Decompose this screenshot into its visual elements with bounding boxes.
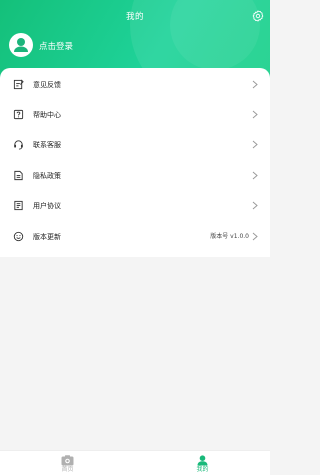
user-icon	[14, 38, 28, 52]
menu-item-label: 帮助中心	[33, 111, 61, 119]
home-icon	[61, 455, 74, 466]
update-icon	[13, 231, 24, 242]
menu-item-label: 联系客服	[33, 141, 61, 149]
chevron-right-icon	[252, 80, 258, 89]
settings-icon[interactable]	[252, 10, 264, 22]
menu-item-help[interactable]: 帮助中心	[0, 100, 270, 130]
chevron-right-icon	[252, 201, 258, 210]
user-icon	[197, 455, 208, 466]
menu-item-privacy-policy[interactable]: 隐私政策	[0, 161, 270, 191]
login-link[interactable]: 点击登录	[39, 40, 73, 52]
version-number: 版本号 v1.0.0	[210, 233, 249, 240]
agreement-doc-icon	[14, 200, 23, 211]
chevron-right-icon	[252, 171, 258, 180]
help-icon	[13, 109, 24, 120]
menu-item-label: 意见反馈	[33, 81, 61, 89]
menu-item-contact-support[interactable]: 联系客服	[0, 130, 270, 160]
headset-icon	[14, 140, 23, 150]
menu-item-label: 隐私政策	[33, 172, 61, 180]
privacy-doc-icon	[14, 170, 23, 181]
menu-card: 意见反馈 帮助中心 联系客服 隐私政策 用户协议 版本更新 版本号 v1.0.0	[0, 68, 270, 257]
menu-item-version-update[interactable]: 版本更新 版本号 v1.0.0	[0, 222, 270, 252]
menu-item-label: 用户协议	[33, 202, 61, 210]
feedback-icon	[13, 79, 24, 90]
page-title: 我的	[125, 12, 144, 22]
avatar[interactable]	[9, 33, 33, 57]
tab-mine-label: 我的	[196, 466, 209, 473]
chevron-right-icon	[252, 140, 258, 149]
chevron-right-icon	[252, 232, 258, 241]
bottom-tab-bar: 首页 我的	[0, 450, 270, 475]
chevron-right-icon	[252, 110, 258, 119]
menu-item-feedback[interactable]: 意见反馈	[0, 70, 270, 100]
tab-mine[interactable]: 我的	[135, 451, 270, 475]
tab-home-label: 首页	[61, 466, 74, 473]
menu-item-user-agreement[interactable]: 用户协议	[0, 191, 270, 221]
tab-home[interactable]: 首页	[0, 451, 135, 475]
menu-item-label: 版本更新	[33, 233, 61, 241]
